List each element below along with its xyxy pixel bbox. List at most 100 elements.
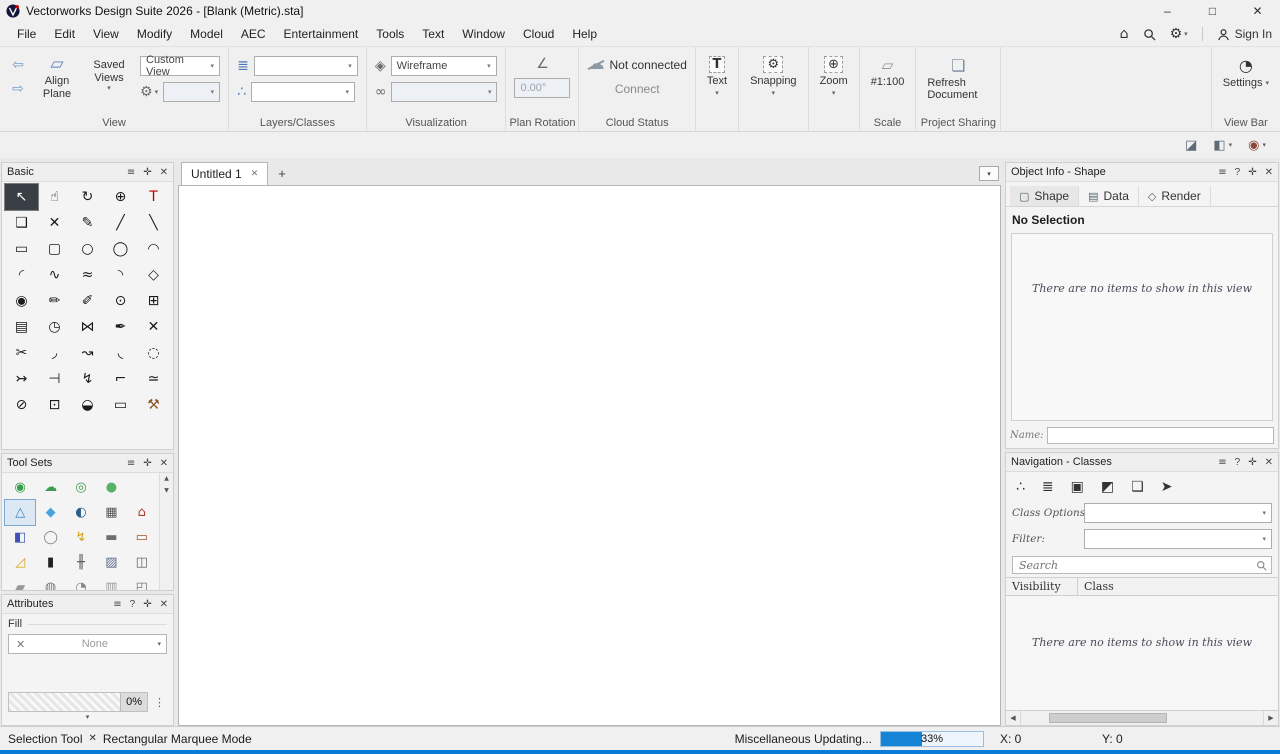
publish-icon[interactable]: ➤ xyxy=(1161,479,1173,495)
polyline-tool-icon[interactable]: ◜ xyxy=(5,262,38,288)
forward-view-button[interactable]: ⇨ xyxy=(8,80,28,98)
arc-tool-icon[interactable]: ◠ xyxy=(137,236,170,262)
stamp-tool-icon[interactable]: ⊞ xyxy=(137,288,170,314)
circle-tool-icon[interactable]: ○ xyxy=(71,236,104,262)
planting-tool-icon[interactable]: ◉ xyxy=(5,475,35,500)
freeform-tool-icon[interactable]: ◌ xyxy=(137,340,170,366)
render-mode-dropdown[interactable]: Wireframe ▾ xyxy=(390,56,497,76)
eraser-icon[interactable]: ◪ xyxy=(1185,138,1197,153)
eyedropper-tool-icon[interactable]: ✎ xyxy=(71,210,104,236)
render-cube-icon[interactable]: ◈ xyxy=(375,58,386,74)
maximize-button[interactable]: □ xyxy=(1190,0,1235,22)
scroll-up-icon[interactable]: ▲ xyxy=(160,473,173,485)
scrollbar-track[interactable] xyxy=(1021,711,1263,725)
help-icon[interactable]: ? xyxy=(1235,457,1241,468)
terrain-modifier-tool-icon[interactable]: △ xyxy=(3,499,37,526)
fill-style-dropdown[interactable]: ✕ None ▾ xyxy=(8,634,167,654)
irrigation-tool-icon[interactable]: ◆ xyxy=(35,500,65,525)
close-icon[interactable]: ✕ xyxy=(160,599,168,610)
text-tool-icon[interactable]: T xyxy=(137,184,170,210)
text-style-button[interactable]: T Text ▾ xyxy=(704,56,730,115)
split-tool-icon[interactable]: ✂ xyxy=(5,340,38,366)
saved-views-icon[interactable]: ◩ xyxy=(1101,479,1114,495)
minimize-button[interactable]: – xyxy=(1145,0,1190,22)
close-button[interactable]: ✕ xyxy=(1235,0,1280,22)
attribute-pen-tool-icon[interactable]: ✐ xyxy=(71,288,104,314)
railing-tool-icon[interactable]: ╫ xyxy=(66,550,96,575)
menu-tools[interactable]: Tools xyxy=(367,23,413,45)
settings-gear-button[interactable]: ⚙ ▾ xyxy=(1170,26,1188,42)
layer-dropdown[interactable]: ▾ xyxy=(253,56,358,76)
visibility-tool-icon[interactable]: ⊙ xyxy=(104,288,137,314)
menu-help[interactable]: Help xyxy=(563,23,606,45)
electrical-tool-icon[interactable]: ↯ xyxy=(66,525,96,550)
view-options-button[interactable]: ⚙ ▾ xyxy=(140,84,158,100)
grid-tool-icon[interactable]: ▥ xyxy=(96,575,126,590)
building-tool-icon[interactable]: ⌂ xyxy=(127,500,157,525)
palette-menu-icon[interactable]: ≡ xyxy=(127,167,135,178)
filter-dropdown[interactable]: ▾ xyxy=(1084,529,1272,549)
help-icon[interactable]: ? xyxy=(130,599,136,610)
shear-tool-icon[interactable]: ✒ xyxy=(104,314,137,340)
connect-combine-tool-icon[interactable]: ↣ xyxy=(5,366,38,392)
document-tab[interactable]: Untitled 1 ✕ xyxy=(181,162,269,185)
pin-icon[interactable]: ✛ xyxy=(1248,457,1256,468)
scroll-right-icon[interactable]: ▶ xyxy=(1263,711,1278,725)
opacity-slider[interactable]: 0% xyxy=(8,692,148,712)
menu-entertainment[interactable]: Entertainment xyxy=(275,23,368,45)
menu-aec[interactable]: AEC xyxy=(232,23,275,45)
corner-tool-icon[interactable]: ⌐ xyxy=(104,366,137,392)
zoom-tool-icon[interactable]: ⊕ xyxy=(104,184,137,210)
rounded-rectangle-tool-icon[interactable]: ▢ xyxy=(38,236,71,262)
delete-tool-icon[interactable]: ✕ xyxy=(38,210,71,236)
hardscape-tool-icon[interactable]: ▨ xyxy=(96,550,126,575)
back-view-button[interactable]: ⇦ xyxy=(8,56,28,74)
view-mode-button[interactable]: ◧ ▾ xyxy=(1213,138,1232,153)
attribute-hammer-tool-icon[interactable]: ⚒ xyxy=(137,392,170,418)
space-tool-icon[interactable]: ▦ xyxy=(96,500,126,525)
scrollbar-thumb[interactable] xyxy=(1049,713,1167,723)
scroll-down-icon[interactable]: ▼ xyxy=(160,485,173,497)
menu-window[interactable]: Window xyxy=(453,23,514,45)
roof-tool-icon[interactable]: ◿ xyxy=(5,550,35,575)
landscape-area-tool-icon[interactable]: ☁ xyxy=(35,475,65,500)
object-name-input[interactable] xyxy=(1047,427,1274,444)
classes-icon[interactable]: ∴ xyxy=(237,84,246,100)
zoom-button[interactable]: ⊕ Zoom ▾ xyxy=(817,56,851,115)
search-icon[interactable] xyxy=(1143,28,1156,41)
sign-in-button[interactable]: Sign In xyxy=(1217,27,1272,41)
dome-tool-icon[interactable]: ◔ xyxy=(66,575,96,590)
zigzag-tool-icon[interactable]: ↯ xyxy=(71,366,104,392)
toolset-spacer[interactable] xyxy=(127,475,157,500)
geo-locate-tool-icon[interactable]: ◐ xyxy=(66,500,96,525)
focus-tool-icon[interactable]: ⊡ xyxy=(38,392,71,418)
object-info-tab-data[interactable]: ▤ Data xyxy=(1079,186,1139,206)
clip-tool-icon[interactable]: ✕ xyxy=(137,314,170,340)
rotate-tool-icon[interactable]: ◷ xyxy=(38,314,71,340)
menu-text[interactable]: Text xyxy=(413,23,453,45)
class-dropdown[interactable]: ▾ xyxy=(251,82,355,102)
menu-view[interactable]: View xyxy=(84,23,128,45)
framing-tool-icon[interactable]: ▭ xyxy=(127,525,157,550)
pin-icon[interactable]: ✛ xyxy=(143,167,151,178)
drawing-canvas[interactable] xyxy=(178,185,1001,726)
chamfer-tool-icon[interactable]: ◟ xyxy=(104,340,137,366)
classes-icon[interactable]: ∴ xyxy=(1016,479,1025,495)
saved-views-button[interactable]: Saved Views ▾ xyxy=(86,56,132,115)
menu-model[interactable]: Model xyxy=(181,23,232,45)
new-tab-button[interactable]: + xyxy=(268,162,296,185)
view-preset-dropdown[interactable]: ▾ xyxy=(163,82,221,102)
scroll-left-icon[interactable]: ◀ xyxy=(1006,711,1021,725)
site-model-tool-icon[interactable]: ◎ xyxy=(66,475,96,500)
attributes-more-button[interactable]: ⋮ xyxy=(152,696,167,709)
attributes-expander[interactable]: ▾ xyxy=(8,712,167,722)
column-tool-icon[interactable]: ▮ xyxy=(35,550,65,575)
line-tool-icon[interactable]: ╱ xyxy=(104,210,137,236)
render-style-glasses-icon[interactable]: ∞ xyxy=(375,84,387,100)
snapping-button[interactable]: ⚙ Snapping ▾ xyxy=(747,56,800,115)
search-input[interactable] xyxy=(1017,557,1256,573)
double-line-tool-icon[interactable]: ╲ xyxy=(137,210,170,236)
layers-icon[interactable]: ≣ xyxy=(237,58,249,74)
viewport-tool-icon[interactable]: ◰ xyxy=(127,575,157,590)
spiral-tool-icon[interactable]: ◉ xyxy=(5,288,38,314)
